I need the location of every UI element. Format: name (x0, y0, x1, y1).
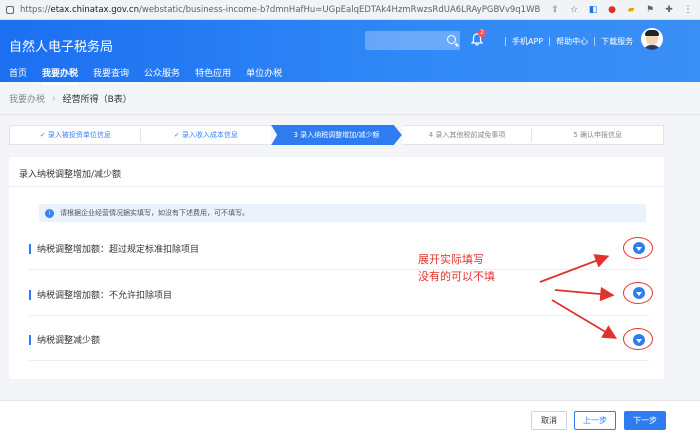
annotation-ring (623, 328, 653, 350)
nav-query[interactable]: 我要查询 (93, 66, 129, 85)
divider (0, 114, 700, 115)
lock-icon (6, 5, 14, 14)
divider (9, 186, 664, 187)
divider (594, 37, 596, 46)
step-5: 5 确认申报信息 (532, 125, 664, 145)
footer-bar: 取消 上一步 下一步 (0, 400, 700, 436)
annotation-text: 展开实际填写 没有的可以不填 (418, 253, 495, 283)
puzzle-icon[interactable]: ✚ (663, 4, 675, 16)
section-marker (29, 334, 31, 345)
breadcrumb: 我要办税 › 经营所得（B表） (9, 92, 132, 106)
app-header: 自然人电子税务局 2 手机APP 帮助中心 下载服务 首页 我要办税 我要查询 … (0, 20, 700, 85)
annotation-ring (623, 237, 653, 259)
divider (549, 37, 551, 46)
section-marker (29, 289, 31, 300)
browser-address-bar[interactable]: https://etax.chinatax.gov.cn/webstatic/b… (0, 0, 700, 20)
link-help-center[interactable]: 帮助中心 (556, 36, 588, 47)
flag-icon[interactable]: ⚑ (644, 4, 656, 16)
info-icon: i (45, 208, 54, 218)
browser-toolbar: ⇪ ☆ ◧ ● ▰ ⚑ ✚ ⋮ (549, 4, 694, 16)
search-input[interactable] (365, 31, 460, 50)
next-step-button[interactable]: 下一步 (624, 411, 666, 430)
link-download-service[interactable]: 下载服务 (601, 36, 633, 47)
section-increase-not-allowed[interactable]: 纳税调整增加额：不允许扣除项目 (29, 288, 172, 301)
notice-banner: i 请根据企业经营情况据实填写，如没有下述费用，可不填写。 (39, 204, 646, 222)
search-icon[interactable] (447, 35, 456, 44)
annotation-ring (623, 282, 653, 304)
step-3-current[interactable]: 3 录入纳税调整增加/减少额 (271, 125, 402, 145)
menu-icon[interactable]: ⋮ (682, 4, 694, 16)
header-links: 手机APP 帮助中心 下载服务 (499, 36, 633, 47)
main-nav: 首页 我要办税 我要查询 公众服务 特色应用 单位办税 (9, 66, 297, 85)
cancel-button[interactable]: 取消 (531, 411, 567, 430)
avatar[interactable] (641, 28, 663, 50)
nav-featured[interactable]: 特色应用 (195, 66, 231, 85)
nav-do-tax[interactable]: 我要办税 (42, 66, 79, 85)
notice-text: 请根据企业经营情况据实填写，如没有下述费用，可不填写。 (60, 209, 249, 217)
section-marker (29, 243, 31, 254)
chevron-right-icon: › (52, 93, 56, 104)
url-text[interactable]: https://etax.chinatax.gov.cn/webstatic/b… (20, 5, 540, 15)
nav-home[interactable]: 首页 (9, 66, 27, 85)
breadcrumb-current: 经营所得（B表） (62, 95, 132, 105)
adjustment-card: 录入纳税调整增加/减少额 i 请根据企业经营情况据实填写，如没有下述费用，可不填… (9, 157, 664, 379)
step-progress: ✓ 录入被投资单位信息 ✓ 录入收入成本信息 3 录入纳税调整增加/减少额 4 … (9, 125, 664, 145)
divider (29, 269, 649, 270)
divider (505, 37, 506, 46)
share-icon[interactable]: ⇪ (549, 4, 561, 16)
divider (29, 315, 649, 316)
section-decrease[interactable]: 纳税调整减少额 (29, 333, 100, 346)
step-1[interactable]: ✓ 录入被投资单位信息 (9, 125, 141, 145)
brand-title[interactable]: 自然人电子税务局 (9, 36, 113, 55)
extension-icon[interactable]: ● (606, 4, 618, 16)
star-icon[interactable]: ☆ (568, 4, 580, 16)
translate-icon[interactable]: ◧ (587, 4, 599, 16)
previous-step-button[interactable]: 上一步 (574, 411, 616, 430)
link-mobile-app[interactable]: 手机APP (512, 36, 543, 47)
divider (29, 360, 649, 361)
card-title: 录入纳税调整增加/减少额 (19, 170, 122, 180)
section-increase-over-limit[interactable]: 纳税调整增加额：超过规定标准扣除项目 (29, 242, 199, 255)
breadcrumb-root[interactable]: 我要办税 (9, 92, 45, 105)
folder-icon[interactable]: ▰ (625, 4, 637, 16)
nav-unit-tax[interactable]: 单位办税 (246, 66, 282, 85)
step-4: 4 录入其他税前减免事项 (401, 125, 533, 145)
step-2[interactable]: ✓ 录入收入成本信息 (140, 125, 272, 145)
nav-public-service[interactable]: 公众服务 (144, 66, 180, 85)
notification-badge: 2 (478, 29, 486, 37)
